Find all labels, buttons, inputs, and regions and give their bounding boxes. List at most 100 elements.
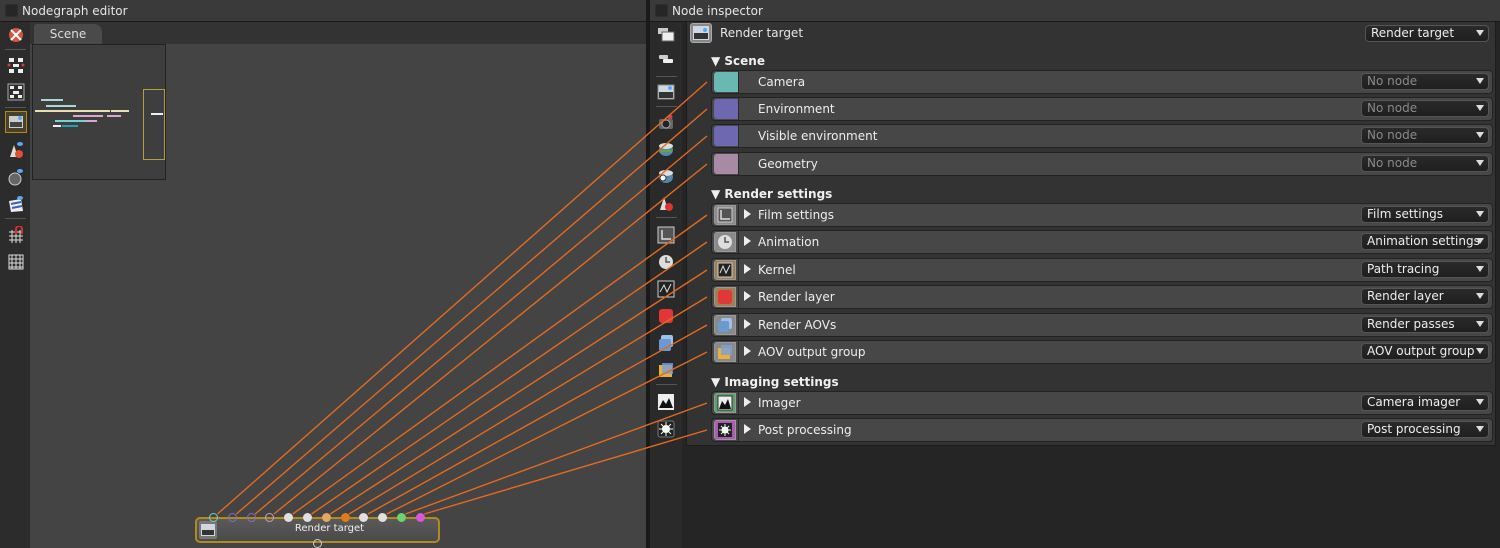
pin-value-dropdown[interactable]: Animation settings: [1361, 233, 1489, 250]
nodegraph-toolbar: [0, 22, 30, 548]
render-target-filter-icon[interactable]: [5, 111, 27, 133]
texture-filter-icon[interactable]: [6, 194, 26, 214]
pin-row-render-layer[interactable]: Render layer Render layer: [711, 285, 1493, 309]
aov-output-group-icon[interactable]: [656, 360, 676, 380]
pin-label: Visible environment: [758, 129, 878, 143]
expand-arrow-icon[interactable]: [744, 291, 751, 301]
chevron-down-icon: [1476, 105, 1484, 111]
pin-label: Geometry: [758, 157, 818, 171]
expand-arrow-icon[interactable]: [744, 397, 751, 407]
section-header-render-settings[interactable]: ▼ Render settings: [711, 187, 832, 201]
expand-all-icon[interactable]: [656, 25, 676, 45]
pin-color-swatch: [714, 126, 738, 146]
node-input-pin[interactable]: [303, 513, 312, 522]
geometry-icon[interactable]: [656, 193, 676, 213]
pin-value: AOV output group: [1367, 344, 1475, 358]
minimap-viewport[interactable]: [143, 89, 165, 160]
kernel-icon[interactable]: [656, 279, 676, 299]
node-input-pin[interactable]: [209, 513, 218, 522]
clock-icon: [714, 232, 736, 252]
pin-row-film-settings[interactable]: Film settings Film settings: [711, 203, 1493, 227]
nodegraph-canvas[interactable]: Render target: [30, 44, 646, 548]
node-input-pin[interactable]: [340, 513, 350, 522]
post-processing-icon[interactable]: [656, 419, 676, 439]
expand-arrow-icon[interactable]: [744, 319, 751, 329]
nodegraph-title: Nodegraph editor: [22, 3, 128, 18]
pin-label: Post processing: [758, 423, 852, 437]
film-settings-icon[interactable]: [656, 225, 676, 245]
node-output-pin[interactable]: [313, 539, 322, 548]
inspector-node-name: Render target: [720, 26, 804, 40]
geometry-filter-icon[interactable]: [6, 167, 26, 187]
tab-scene[interactable]: Scene: [34, 24, 102, 44]
pin-value-dropdown[interactable]: Film settings: [1361, 206, 1489, 223]
minimap[interactable]: [32, 44, 166, 180]
section-header-imaging-settings[interactable]: ▼ Imaging settings: [711, 375, 839, 389]
pin-value-dropdown[interactable]: Path tracing: [1361, 261, 1489, 278]
pin-row-render-aovs[interactable]: Render AOVs Render passes: [711, 313, 1493, 337]
chevron-down-icon: [1476, 321, 1484, 327]
pin-value: Film settings: [1367, 207, 1444, 221]
chevron-down-icon: [1476, 160, 1484, 166]
pin-row-aov-output-group[interactable]: AOV output group AOV output group: [711, 340, 1493, 364]
expand-arrow-icon[interactable]: [744, 209, 751, 219]
pin-value-dropdown[interactable]: No node: [1361, 100, 1489, 117]
pin-value-dropdown[interactable]: No node: [1361, 155, 1489, 172]
arrange-selection-icon[interactable]: [6, 82, 26, 102]
pin-row-animation[interactable]: Animation Animation settings: [711, 230, 1493, 254]
pin-row-post-processing[interactable]: Post processing Post processing: [711, 418, 1493, 442]
pin-label: Imager: [758, 396, 801, 410]
inspector-toolbar: [650, 22, 682, 548]
expand-arrow-icon[interactable]: [744, 264, 751, 274]
render-target-icon: [199, 521, 217, 539]
render-target-icon[interactable]: [656, 82, 676, 102]
grid-icon[interactable]: [6, 252, 26, 272]
pin-value-dropdown[interactable]: No node: [1361, 73, 1489, 90]
environment-icon[interactable]: [656, 139, 676, 159]
nodegraph-area: Scene Render target: [30, 22, 646, 548]
recenter-icon[interactable]: [6, 25, 26, 45]
pin-row-environment[interactable]: Environment No node: [711, 97, 1493, 121]
pin-value-dropdown[interactable]: No node: [1361, 127, 1489, 144]
node-input-pin[interactable]: [227, 513, 237, 522]
node-input-pin[interactable]: [321, 513, 331, 522]
pin-label: Animation: [758, 235, 820, 249]
pin-row-camera[interactable]: Camera No node: [711, 70, 1493, 94]
expand-arrow-icon[interactable]: [744, 424, 751, 434]
node-label: Render target: [294, 523, 365, 534]
pin-value: Render passes: [1367, 317, 1455, 331]
pin-row-imager[interactable]: Imager Camera imager: [711, 391, 1493, 415]
render-layer-icon[interactable]: [656, 306, 676, 326]
render-aovs-icon[interactable]: [656, 333, 676, 353]
node-input-pin[interactable]: [397, 513, 406, 522]
panel-checkbox[interactable]: [655, 4, 668, 17]
animation-icon[interactable]: [656, 252, 676, 272]
material-filter-icon[interactable]: [6, 140, 26, 160]
pin-value-dropdown[interactable]: Render passes: [1361, 316, 1489, 333]
node-input-pin[interactable]: [246, 513, 256, 522]
node-type-dropdown[interactable]: Render target: [1365, 25, 1489, 42]
inspector-body: Render target Render target ▼ Scene Camer…: [682, 22, 1500, 548]
pin-color-swatch: [714, 154, 738, 174]
pin-row-kernel[interactable]: Kernel Path tracing: [711, 258, 1493, 282]
panel-checkbox[interactable]: [5, 4, 18, 17]
expand-arrow-icon[interactable]: [744, 236, 751, 246]
pin-value-dropdown[interactable]: Post processing: [1361, 421, 1489, 438]
snap-grid-magnet-icon[interactable]: [6, 225, 26, 245]
arrange-nodes-icon[interactable]: [6, 55, 26, 75]
inspector-content: Render target Render target ▼ Scene Camer…: [686, 22, 1496, 446]
imager-icon[interactable]: [656, 392, 676, 412]
node-input-pin[interactable]: [415, 513, 425, 522]
pin-value-dropdown[interactable]: AOV output group: [1361, 343, 1489, 360]
pin-row-visible-environment[interactable]: Visible environment No node: [711, 124, 1493, 148]
expand-arrow-icon[interactable]: [744, 346, 751, 356]
camera-icon[interactable]: [656, 112, 676, 132]
collapse-all-icon[interactable]: [656, 49, 676, 69]
pin-value-dropdown[interactable]: Render layer: [1361, 288, 1489, 305]
nodegraph-tab-bar: Scene: [30, 22, 646, 44]
visible-environment-icon[interactable]: [656, 166, 676, 186]
pin-value-dropdown[interactable]: Camera imager: [1361, 394, 1489, 411]
pin-value: No node: [1367, 101, 1418, 115]
section-header-scene[interactable]: ▼ Scene: [711, 54, 765, 68]
pin-row-geometry[interactable]: Geometry No node: [711, 152, 1493, 176]
